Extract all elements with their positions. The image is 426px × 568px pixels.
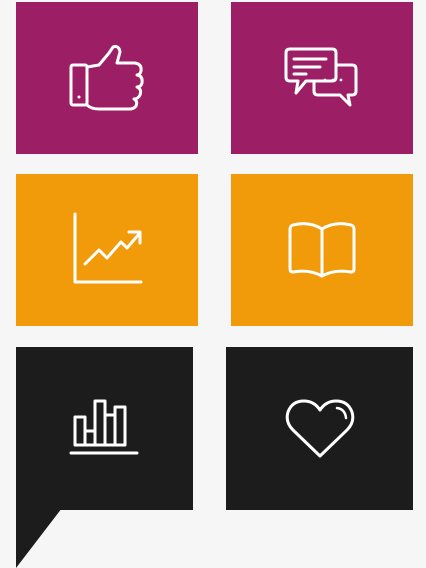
growth-tile[interactable] [16, 174, 198, 326]
bar-chart-icon [69, 399, 138, 454]
open-book-icon [288, 222, 356, 278]
thumbs-up-icon [69, 45, 144, 111]
like-tile[interactable] [16, 2, 198, 154]
book-tile[interactable] [231, 174, 413, 326]
stats-tile[interactable] [16, 347, 193, 510]
chat-tile[interactable] [231, 2, 413, 154]
heart-icon [285, 399, 354, 457]
chat-bubbles-icon [284, 47, 358, 107]
speech-bubble-tail [16, 508, 62, 568]
icon-tile-grid [0, 0, 426, 568]
heart-tile[interactable] [226, 347, 413, 510]
line-chart-icon [73, 212, 143, 284]
